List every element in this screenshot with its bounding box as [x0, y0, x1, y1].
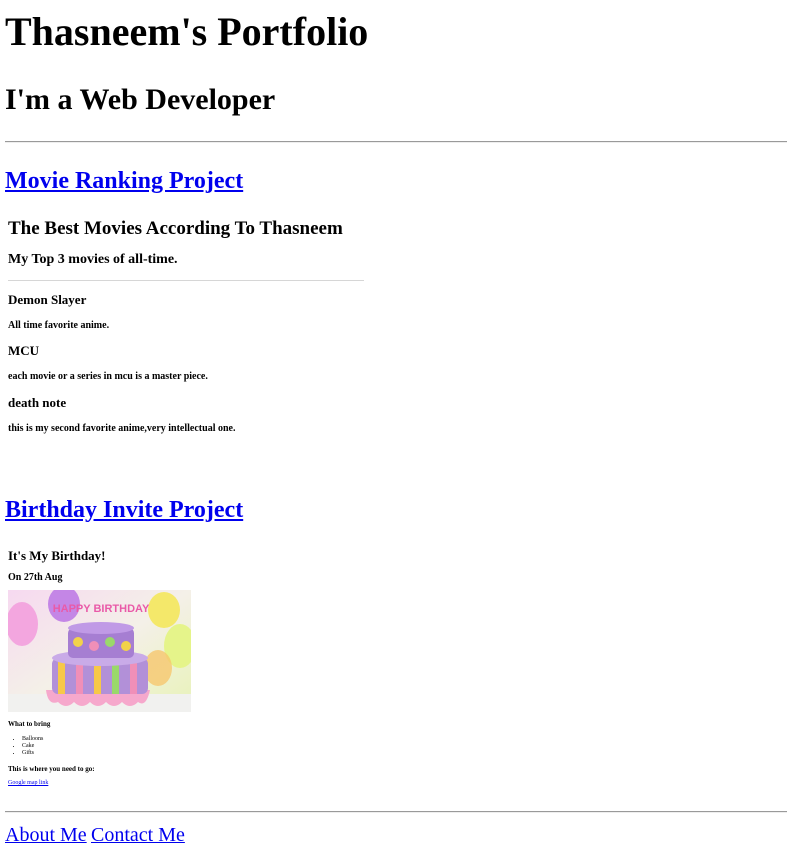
bring-item: Gifts [22, 750, 43, 757]
movie-description: each movie or a series in mcu is a maste… [8, 371, 208, 382]
movie-embed-divider [8, 280, 364, 281]
portfolio-page: Thasneem's Portfolio I'm a Web Developer… [0, 0, 794, 843]
page-subtitle: I'm a Web Developer [5, 83, 276, 116]
footer-divider [5, 811, 787, 813]
cake-topper-text: HAPPY BIRTHDAY [53, 603, 150, 615]
movie-description: this is my second favorite anime,very in… [8, 423, 236, 434]
about-me-link[interactable]: About Me [5, 823, 87, 843]
birthday-invite-embed: It's My Birthday! On 27th Aug HAPPY BIRT… [8, 545, 198, 795]
bring-heading: What to bring [8, 720, 51, 728]
movie-title: death note [8, 395, 67, 410]
birthday-invite-project-link[interactable]: Birthday Invite Project [5, 496, 243, 524]
header-divider [5, 141, 787, 143]
movie-embed-heading: The Best Movies According To Thasneem [8, 218, 343, 239]
birthday-date: On 27th Aug [8, 572, 63, 583]
bring-list: Balloons Cake Gifts [8, 736, 43, 757]
movie-title: MCU [8, 343, 40, 358]
birthday-heading: It's My Birthday! [8, 548, 106, 563]
birthday-cake-image: HAPPY BIRTHDAY [8, 590, 191, 712]
google-map-link[interactable]: Google map link [8, 780, 48, 786]
location-heading: This is where you need to go: [8, 765, 95, 773]
movie-ranking-project-link[interactable]: Movie Ranking Project [5, 167, 243, 195]
contact-me-link[interactable]: Contact Me [91, 823, 185, 843]
movie-ranking-embed: The Best Movies According To Thasneem My… [8, 212, 366, 452]
bring-item: Cake [22, 743, 43, 750]
movie-embed-subheading: My Top 3 movies of all-time. [8, 252, 178, 267]
movie-title: Demon Slayer [8, 292, 87, 307]
cake-illustration: HAPPY BIRTHDAY [8, 590, 191, 712]
movie-description: All time favorite anime. [8, 320, 110, 331]
page-title: Thasneem's Portfolio [5, 9, 369, 54]
bring-item: Balloons [22, 736, 43, 743]
